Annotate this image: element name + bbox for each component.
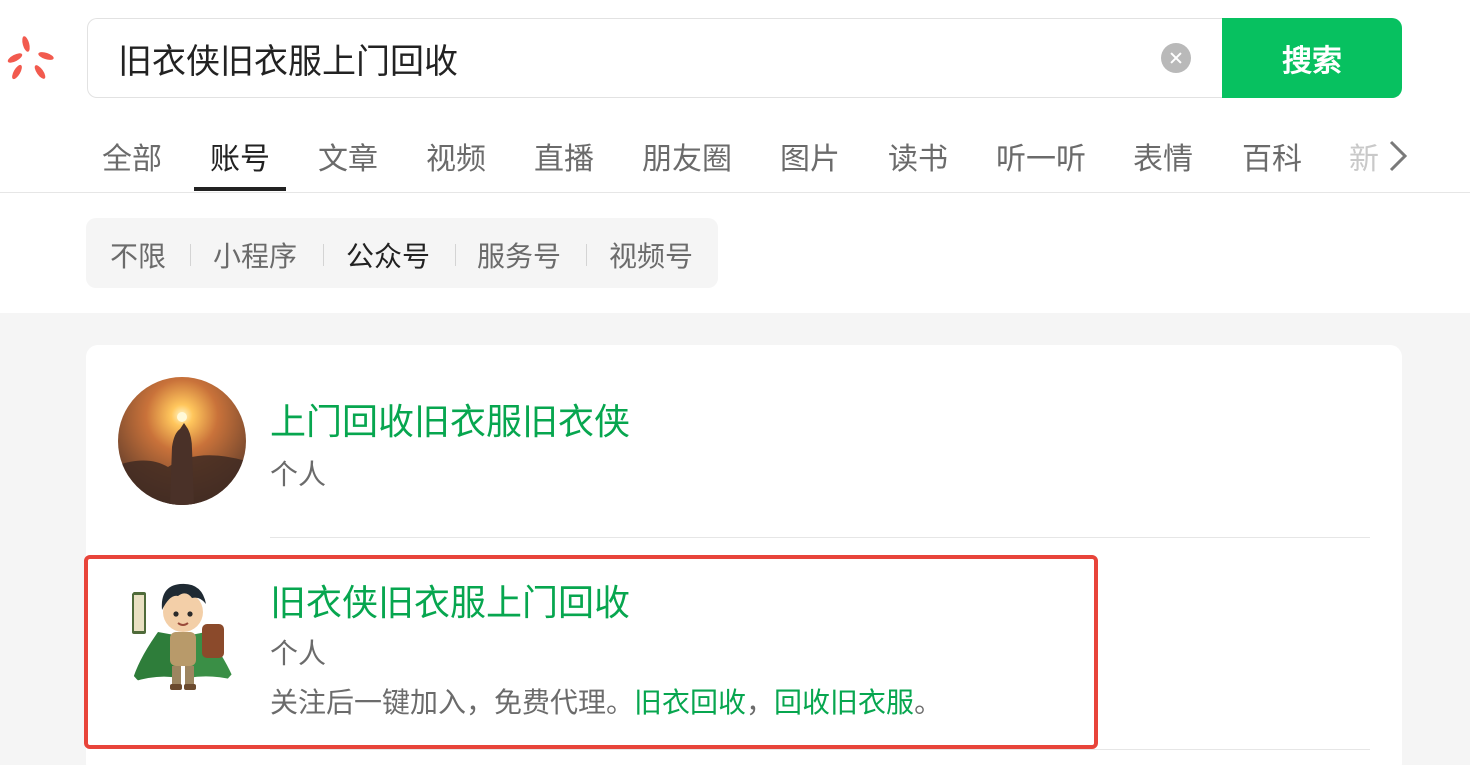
filter-separator	[586, 244, 587, 266]
sunrise-hand-avatar-icon	[118, 377, 246, 505]
filter-separator	[455, 244, 456, 266]
tab-reading[interactable]: 读书	[888, 134, 948, 178]
highlight-annotation-box	[84, 555, 1098, 749]
search-box	[87, 18, 1227, 98]
tab-stickers[interactable]: 表情	[1133, 134, 1193, 178]
tab-live[interactable]: 直播	[534, 134, 594, 178]
result-item[interactable]: 上门回收旧衣服旧衣侠 个人	[86, 345, 1402, 537]
account-type-filter: 不限 小程序 公众号 服务号 视频号	[86, 218, 718, 288]
tab-all[interactable]: 全部	[102, 134, 162, 178]
category-tabs: 全部 账号 文章 视频 直播 朋友圈 图片 读书 听一听 表情 百科 新	[87, 120, 1409, 192]
clear-search-icon[interactable]	[1161, 43, 1191, 73]
tab-encyclopedia[interactable]: 百科	[1242, 134, 1302, 178]
result-account-type: 个人	[270, 458, 327, 491]
tab-news[interactable]: 新	[1349, 134, 1379, 178]
filter-service-accounts[interactable]: 服务号	[477, 235, 561, 275]
tab-accounts[interactable]: 账号	[210, 134, 270, 178]
search-logo-icon	[7, 36, 54, 80]
filter-all[interactable]: 不限	[110, 235, 166, 275]
header-divider	[0, 192, 1470, 193]
active-tab-indicator	[194, 187, 286, 191]
tab-articles[interactable]: 文章	[318, 134, 378, 178]
result-title[interactable]: 上门回收旧衣服旧衣侠	[270, 393, 630, 445]
filter-mini-programs[interactable]: 小程序	[213, 235, 297, 275]
tab-images[interactable]: 图片	[780, 134, 840, 178]
tab-moments[interactable]: 朋友圈	[642, 134, 732, 178]
filter-separator	[190, 244, 191, 266]
chevron-right-icon[interactable]	[1387, 138, 1409, 174]
search-button[interactable]: 搜索	[1222, 18, 1402, 98]
filter-official-accounts[interactable]: 公众号	[346, 235, 430, 275]
search-input[interactable]	[118, 19, 1158, 97]
tab-listen[interactable]: 听一听	[996, 134, 1086, 178]
filter-channels[interactable]: 视频号	[609, 235, 693, 275]
result-divider	[270, 749, 1370, 750]
tab-videos[interactable]: 视频	[426, 134, 486, 178]
filter-separator	[323, 244, 324, 266]
